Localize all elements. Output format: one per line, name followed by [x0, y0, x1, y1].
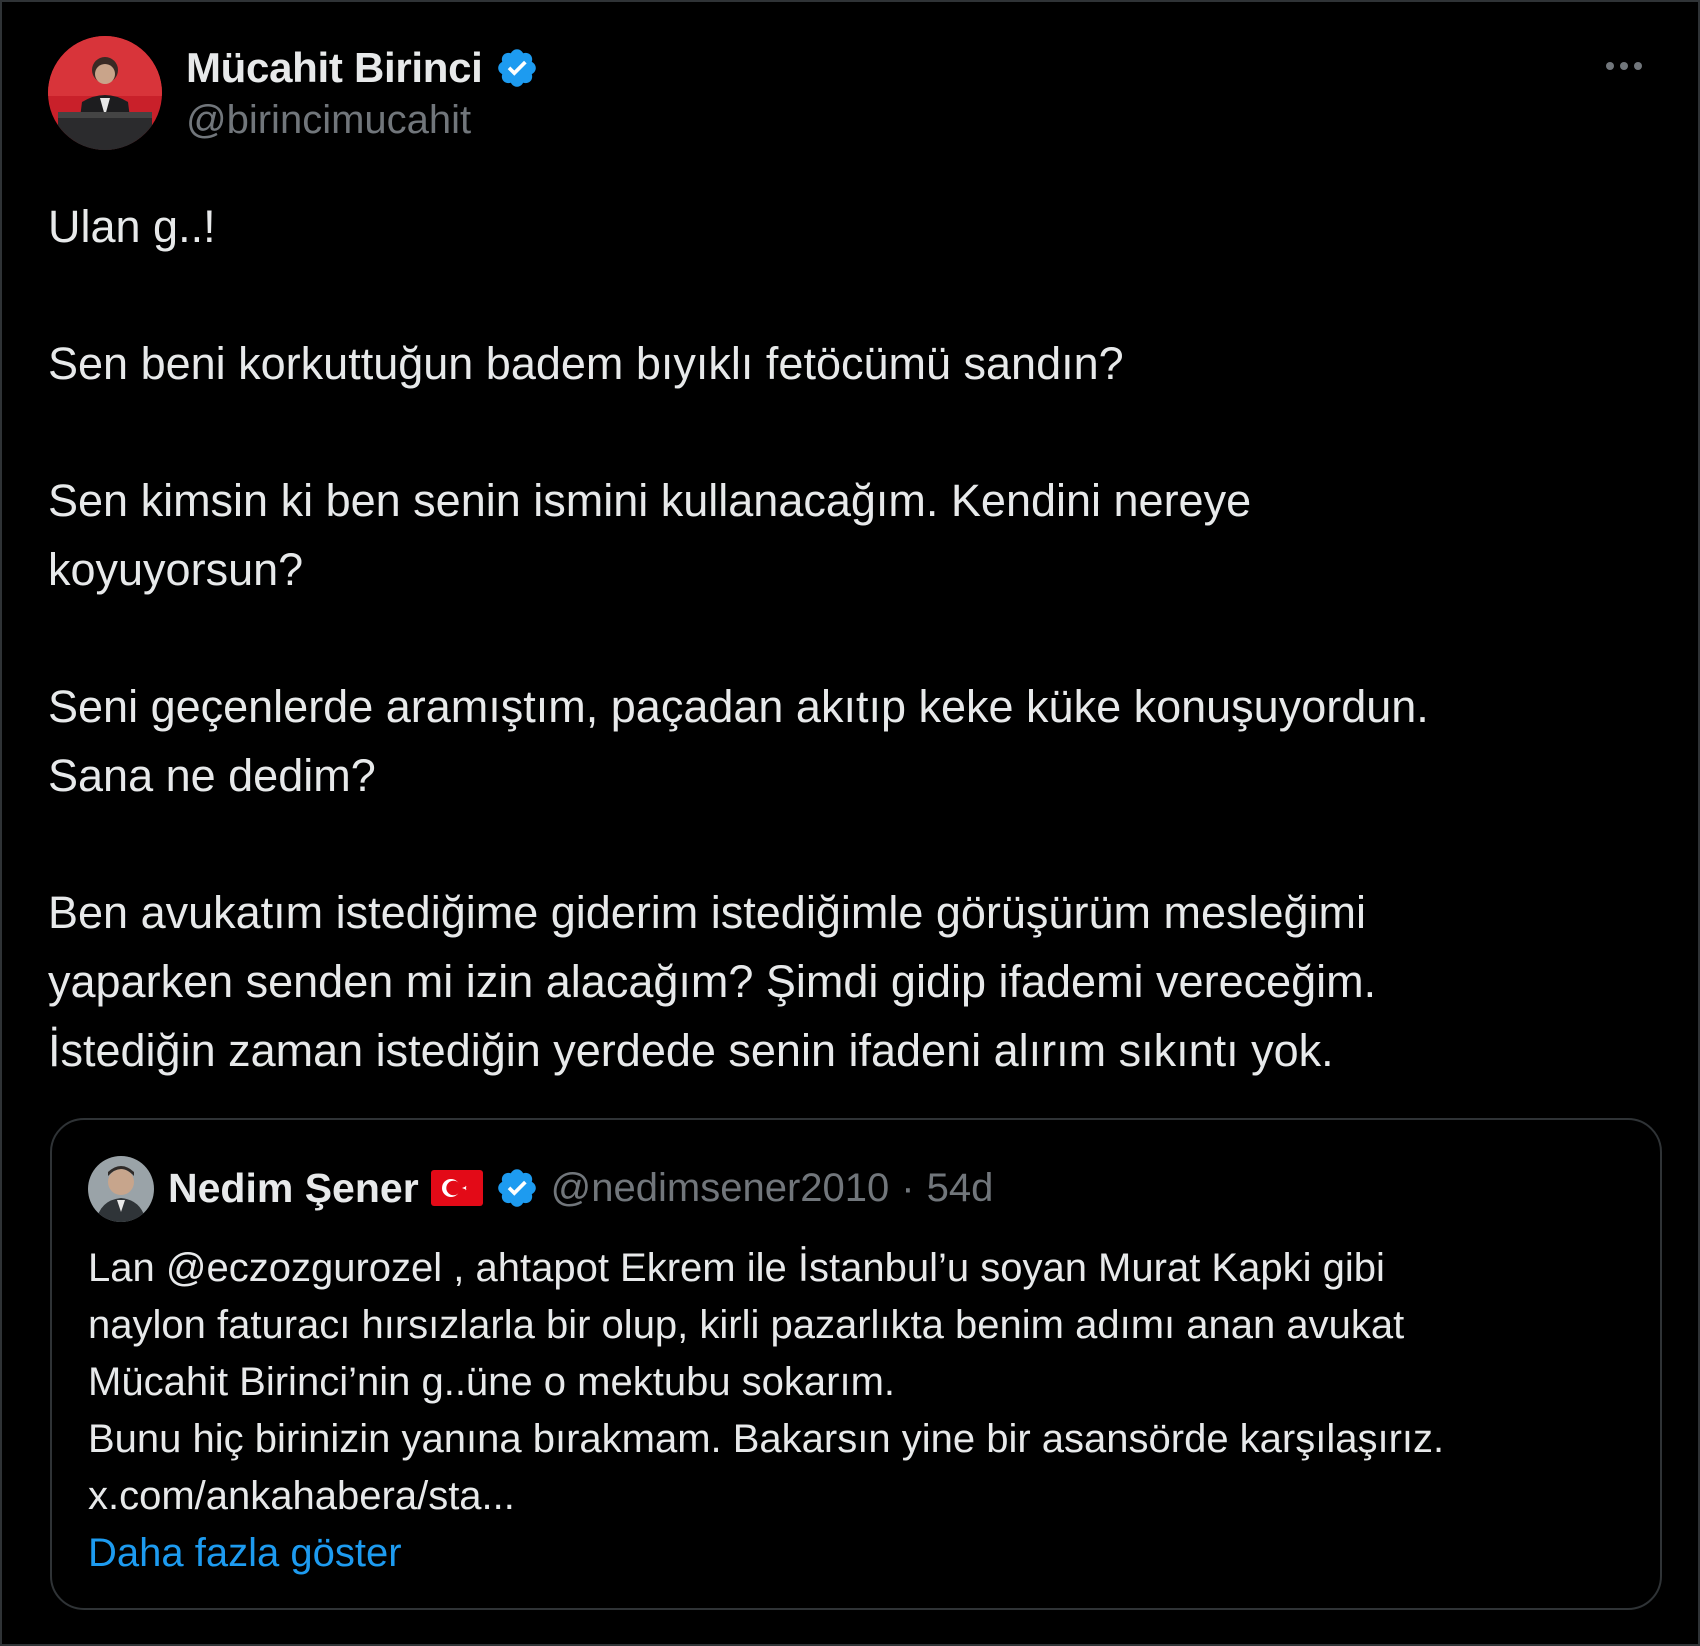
- tweet-paragraph: Seni geçenlerde aramıştım, paçadan akıtı…: [48, 681, 1429, 801]
- quoted-tweet[interactable]: Nedim Şener @nedimsener2010 · 54d Lan @e…: [50, 1118, 1662, 1610]
- quoted-avatar-image: [88, 1156, 154, 1222]
- tweet-paragraph: Ulan g..!: [48, 201, 216, 252]
- verified-badge-icon[interactable]: [495, 46, 539, 90]
- tweet-paragraph: Ben avukatım istediğime giderim istediği…: [48, 887, 1377, 1076]
- tweet-card: Mücahit Birinci @birincimucahit Ulan g..…: [0, 0, 1700, 1646]
- author-avatar[interactable]: [48, 36, 162, 150]
- quoted-header: Nedim Şener @nedimsener2010 · 54d: [168, 1158, 993, 1218]
- quoted-verified-badge-icon[interactable]: [495, 1166, 539, 1210]
- quoted-link-text: x.com/ankahabera/sta...: [88, 1474, 515, 1518]
- show-more-link[interactable]: Daha fazla göster: [88, 1525, 1628, 1582]
- tweet-paragraph: Sen kimsin ki ben senin ismini kullanaca…: [48, 475, 1252, 595]
- turkey-flag-icon: [430, 1170, 483, 1206]
- quoted-timestamp[interactable]: 54d: [927, 1166, 994, 1211]
- author-name-row: Mücahit Birinci: [186, 40, 539, 96]
- quoted-author-avatar[interactable]: [88, 1156, 154, 1222]
- author-handle[interactable]: @birincimucahit: [186, 98, 471, 143]
- quoted-author-handle[interactable]: @nedimsener2010: [551, 1166, 890, 1211]
- tweet-text: Ulan g..! Sen beni korkuttuğun badem bıy…: [48, 192, 1648, 1085]
- author-name[interactable]: Mücahit Birinci: [186, 44, 483, 92]
- more-options-icon[interactable]: [1594, 48, 1654, 84]
- quoted-text-line: Mücahit Birinci’nin g..üne o mektubu sok…: [88, 1360, 896, 1404]
- quoted-text: Lan @eczozgurozel , ahtapot Ekrem ile İs…: [88, 1240, 1628, 1582]
- quoted-text-line: Bunu hiç birinizin yanına bırakmam. Baka…: [88, 1417, 1445, 1461]
- quoted-text-line: Lan @eczozgurozel , ahtapot Ekrem ile İs…: [88, 1246, 1385, 1290]
- quoted-text-line: naylon faturacı hırsızlarla bir olup, ki…: [88, 1303, 1405, 1347]
- author-avatar-image: [48, 36, 162, 150]
- quoted-separator: ·: [901, 1165, 915, 1210]
- quoted-author-name[interactable]: Nedim Şener: [168, 1165, 419, 1212]
- tweet-paragraph: Sen beni korkuttuğun badem bıyıklı fetöc…: [48, 338, 1124, 389]
